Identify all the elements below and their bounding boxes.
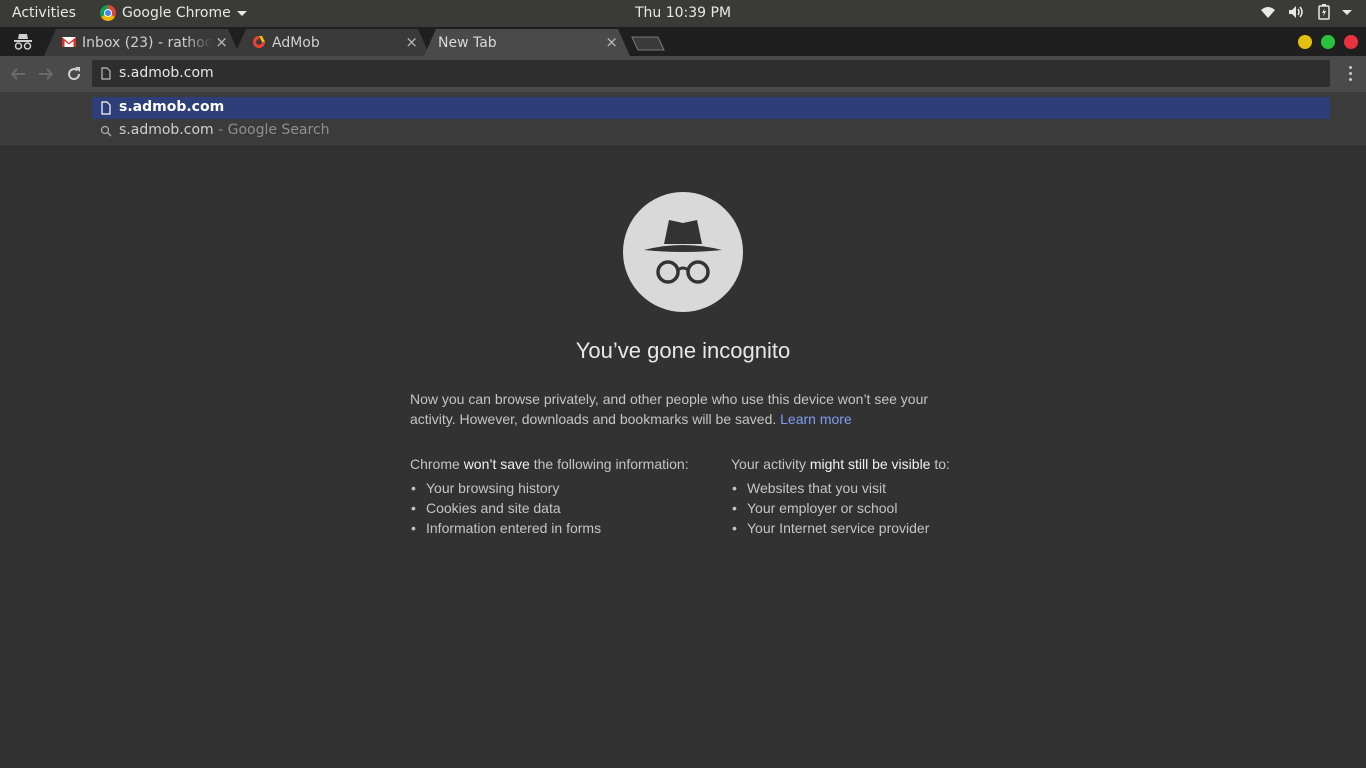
list-item: Your Internet service provider: [731, 518, 950, 538]
tab-title: Inbox (23) - rathodd: [82, 35, 212, 51]
wifi-icon[interactable]: [1260, 5, 1276, 19]
admob-icon: [253, 36, 265, 48]
system-top-bar: Activities Google Chrome Thu 10:39 PM: [0, 0, 1366, 27]
page-icon: [101, 67, 111, 80]
volume-icon[interactable]: [1288, 5, 1306, 19]
suggestion-text: s.admob.com: [119, 99, 225, 115]
list-item: Websites that you visit: [731, 478, 950, 498]
tab-title: AdMob: [272, 35, 320, 51]
chrome-logo-icon: [100, 5, 116, 21]
page-icon: [101, 101, 111, 115]
tab-inbox[interactable]: Inbox (23) - rathodd ×: [44, 29, 240, 56]
minimize-button[interactable]: [1298, 35, 1312, 49]
suggestion-suffix: - Google Search: [213, 122, 330, 138]
still-visible-section: Your activity might still be visible to:…: [731, 454, 950, 538]
activities-button[interactable]: Activities: [12, 5, 76, 21]
page-title: You’ve gone incognito: [575, 338, 791, 363]
suggestion-query: s.admob.com: [119, 122, 214, 138]
reload-button[interactable]: [65, 65, 83, 83]
incognito-page: You’ve gone incognito Now you can browse…: [0, 148, 1366, 768]
tab-admob[interactable]: AdMob ×: [234, 29, 430, 56]
url-input[interactable]: [119, 65, 1309, 81]
app-menu-label: Google Chrome: [122, 5, 231, 21]
incognito-icon: [623, 192, 743, 312]
still-visible-list: Websites that you visit Your employer or…: [731, 478, 950, 538]
still-visible-heading: Your activity might still be visible to:: [731, 456, 950, 472]
close-tab-icon[interactable]: ×: [605, 33, 618, 51]
system-menu-chevron-icon[interactable]: [1342, 5, 1352, 19]
forward-button[interactable]: [37, 65, 55, 83]
list-item: Your browsing history: [410, 478, 689, 498]
gmail-icon: [62, 37, 76, 47]
search-icon: [100, 125, 112, 137]
close-tab-icon[interactable]: ×: [215, 33, 228, 51]
browser-toolbar: [0, 56, 1366, 92]
omnibox-suggestions: s.admob.com s.admob.com - Google Search: [0, 92, 1366, 147]
list-item: Your employer or school: [731, 498, 950, 518]
close-window-button[interactable]: [1344, 35, 1358, 49]
tab-new-tab[interactable]: New Tab ×: [424, 29, 630, 56]
wont-save-list: Your browsing history Cookies and site d…: [410, 478, 689, 538]
clock[interactable]: Thu 10:39 PM: [635, 5, 731, 21]
learn-more-link[interactable]: Learn more: [780, 411, 852, 427]
tab-title: New Tab: [438, 35, 497, 51]
app-menu[interactable]: Google Chrome: [100, 5, 247, 21]
maximize-button[interactable]: [1321, 35, 1335, 49]
wont-save-heading: Chrome won’t save the following informat…: [410, 456, 689, 472]
tab-strip: Inbox (23) - rathodd × AdMob × New Tab ×: [0, 27, 1366, 56]
suggestion-url[interactable]: s.admob.com: [92, 97, 1330, 119]
wont-save-section: Chrome won’t save the following informat…: [410, 454, 689, 538]
new-tab-button[interactable]: [631, 36, 665, 51]
close-tab-icon[interactable]: ×: [405, 33, 418, 51]
back-button[interactable]: [9, 65, 27, 83]
suggestion-search[interactable]: s.admob.com - Google Search: [92, 120, 1330, 142]
window-controls: [1298, 35, 1358, 49]
battery-icon[interactable]: [1318, 4, 1330, 20]
incognito-description: Now you can browse privately, and other …: [410, 391, 929, 427]
address-bar[interactable]: [92, 60, 1330, 87]
list-item: Information entered in forms: [410, 518, 689, 538]
more-menu-icon[interactable]: [1349, 66, 1353, 82]
chevron-down-icon: [236, 11, 247, 16]
system-tray[interactable]: [1260, 4, 1352, 20]
incognito-badge-icon: [14, 34, 32, 50]
list-item: Cookies and site data: [410, 498, 689, 518]
